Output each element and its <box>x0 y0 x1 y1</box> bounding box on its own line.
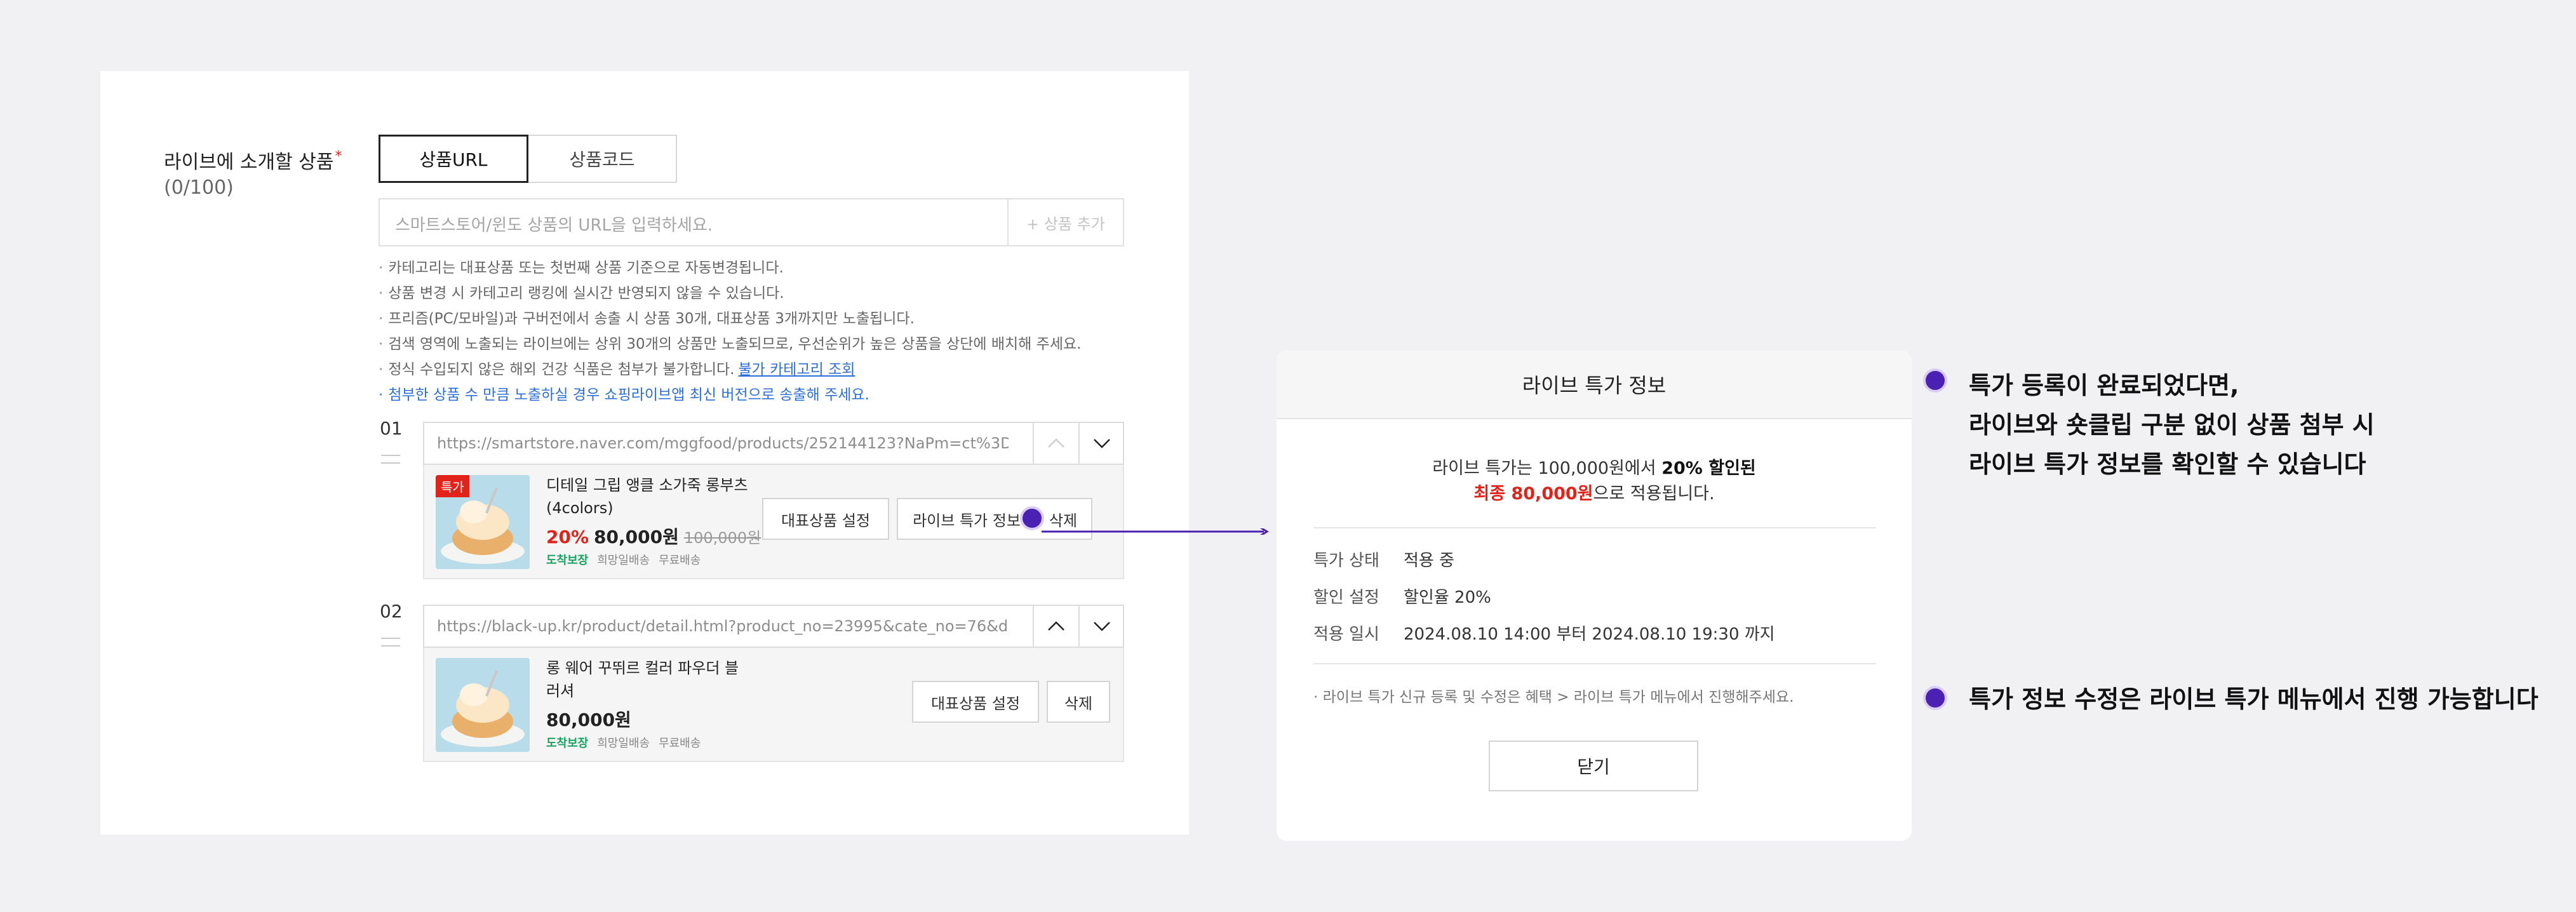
section-label: 라이브에 소개할 상품* <box>164 149 342 173</box>
final-price: 최종 80,000원 <box>1473 484 1593 504</box>
product-url-field[interactable]: https://smartstore.naver.com/mggfood/pro… <box>423 422 1124 465</box>
add-product-button[interactable]: + 상품 추가 <box>1007 199 1123 245</box>
ship-hope-date: 희망일배송 <box>597 554 650 567</box>
url-input-placeholder[interactable]: 스마트스토어/윈도 상품의 URL을 입력하세요. <box>395 212 713 236</box>
chevron-up-icon <box>1048 621 1064 631</box>
note-item: 상품 변경 시 카테고리 랭킹에 실시간 반영되지 않을 수 있습니다. <box>379 281 1134 306</box>
note-item: 카테고리는 대표상품 또는 첫번째 상품 기준으로 자동변경됩니다. <box>379 255 1134 281</box>
required-mark: * <box>335 149 342 164</box>
move-down-button[interactable] <box>1078 606 1124 647</box>
shipping-row: 도착보장 희망일배송 무료배송 <box>546 734 701 751</box>
delivery-guarantee-badge: 도착보장 <box>546 737 589 750</box>
info-row-period: 적용 일시 2024.08.10 14:00 부터 2024.08.10 19:3… <box>1313 625 1775 644</box>
live-special-info-button[interactable]: 라이브 특가 정보 <box>897 498 1036 540</box>
guide-notes: 카테고리는 대표상품 또는 첫번째 상품 기준으로 자동변경됩니다. 상품 변경… <box>379 255 1134 408</box>
callout-marker <box>1923 368 1947 392</box>
price-row: 80,000원 <box>546 706 631 732</box>
set-representative-button[interactable]: 대표상품 설정 <box>912 681 1039 723</box>
delivery-guarantee-badge: 도착보장 <box>546 554 589 567</box>
product-name: 롱 웨어 꾸뛰르 컬러 파우더 블러셔 <box>546 659 739 700</box>
product-thumbnail: 특가 <box>436 475 530 569</box>
sale-price: 80,000원 <box>546 709 631 730</box>
shipping-row: 도착보장 희망일배송 무료배송 <box>546 551 701 568</box>
sale-price: 80,000원 <box>594 526 679 547</box>
modal-note: · 라이브 특가 신규 등록 및 수정은 혜택 > 라이브 특가 메뉴에서 진행… <box>1313 689 1794 706</box>
product-count: (0/100) <box>164 177 234 199</box>
move-up-button[interactable] <box>1033 606 1078 647</box>
modal-summary: 라이브 특가는 100,000원에서 20% 할인된 최종 80,000원으로 … <box>1432 459 1756 504</box>
live-special-info-modal: 라이브 특가 정보 라이브 특가는 100,000원에서 20% 할인된 최종 … <box>1277 351 1912 841</box>
note-item: 정식 수입되지 않은 해외 건강 식품은 첨부가 불가합니다.불가 카테고리 조… <box>379 357 1134 382</box>
product-form-panel: 라이브에 소개할 상품* (0/100) 상품URL 상품코드 스마트스토어/윈… <box>100 71 1189 835</box>
product-name: 디테일 그립 앵클 소가죽 롱부츠 (4colors) <box>546 476 748 517</box>
divider <box>1313 527 1876 528</box>
chevron-down-icon <box>1094 439 1110 448</box>
product-index: 01 <box>380 418 403 439</box>
sale-badge: 특가 <box>436 475 469 497</box>
callout-first: 특가 등록이 완료되었다면, 라이브와 숏클립 구분 없이 상품 첨부 시 라이… <box>1969 372 2375 478</box>
product-url-text: https://smartstore.naver.com/mggfood/pro… <box>437 434 1009 452</box>
note-item-highlight: 첨부한 상품 수 만큼 노출하실 경우 쇼핑라이브앱 최신 버전으로 송출해 주… <box>379 382 1134 408</box>
close-button[interactable]: 닫기 <box>1489 741 1698 791</box>
note-item: 프리즘(PC/모바일)과 구버전에서 송출 시 상품 30개, 대표상품 3개까… <box>379 306 1134 332</box>
drag-handle-icon[interactable] <box>381 638 400 647</box>
free-shipping: 무료배송 <box>659 554 701 567</box>
chevron-down-icon <box>1094 622 1110 631</box>
connector-arrow <box>1042 528 1269 535</box>
info-row-discount: 할인 설정 할인율 20% <box>1313 588 1491 607</box>
discount-rate: 20% <box>546 526 589 547</box>
dessert-image <box>436 658 530 752</box>
product-card: 롱 웨어 꾸뛰르 컬러 파우더 블러셔 80,000원 도착보장 희망일배송 무료배… <box>423 648 1124 762</box>
delete-button[interactable]: 삭제 <box>1047 681 1110 723</box>
restricted-category-link[interactable]: 불가 카테고리 조회 <box>738 361 855 378</box>
product-card: 특가 디테일 그립 앵클 소가죽 롱부츠 (4colors) 20% 80,000… <box>423 465 1124 579</box>
drag-handle-icon[interactable] <box>381 455 400 464</box>
callout-marker <box>1923 686 1947 710</box>
chevron-up-icon <box>1048 438 1064 448</box>
info-row-status: 특가 상태 적용 중 <box>1313 551 1455 570</box>
price-row: 20% 80,000원 100,000원 <box>546 523 761 549</box>
product-url-field[interactable]: https://black-up.kr/product/detail.html?… <box>423 605 1124 648</box>
product-url-text: https://black-up.kr/product/detail.html?… <box>437 617 1009 635</box>
tab-product-code[interactable]: 상품코드 <box>527 135 677 183</box>
move-down-button[interactable] <box>1078 423 1124 464</box>
tab-product-url[interactable]: 상품URL <box>379 135 528 183</box>
set-representative-button[interactable]: 대표상품 설정 <box>762 498 889 540</box>
free-shipping: 무료배송 <box>659 737 701 750</box>
product-thumbnail <box>436 658 530 752</box>
note-item: 검색 영역에 노출되는 라이브에는 상위 30개의 상품만 노출되므로, 우선순… <box>379 332 1134 357</box>
move-up-button[interactable] <box>1033 423 1078 464</box>
ship-hope-date: 희망일배송 <box>597 737 650 750</box>
divider <box>1313 663 1876 664</box>
original-price: 100,000원 <box>683 529 761 547</box>
modal-title: 라이브 특가 정보 <box>1277 351 1912 419</box>
callout-second: 특가 정보 수정은 라이브 특가 메뉴에서 진행 가능합니다 <box>1969 685 2539 713</box>
highlight-marker <box>1020 506 1044 530</box>
product-index: 02 <box>380 601 403 622</box>
url-input-field[interactable]: 스마트스토어/윈도 상품의 URL을 입력하세요. + 상품 추가 <box>379 198 1124 246</box>
